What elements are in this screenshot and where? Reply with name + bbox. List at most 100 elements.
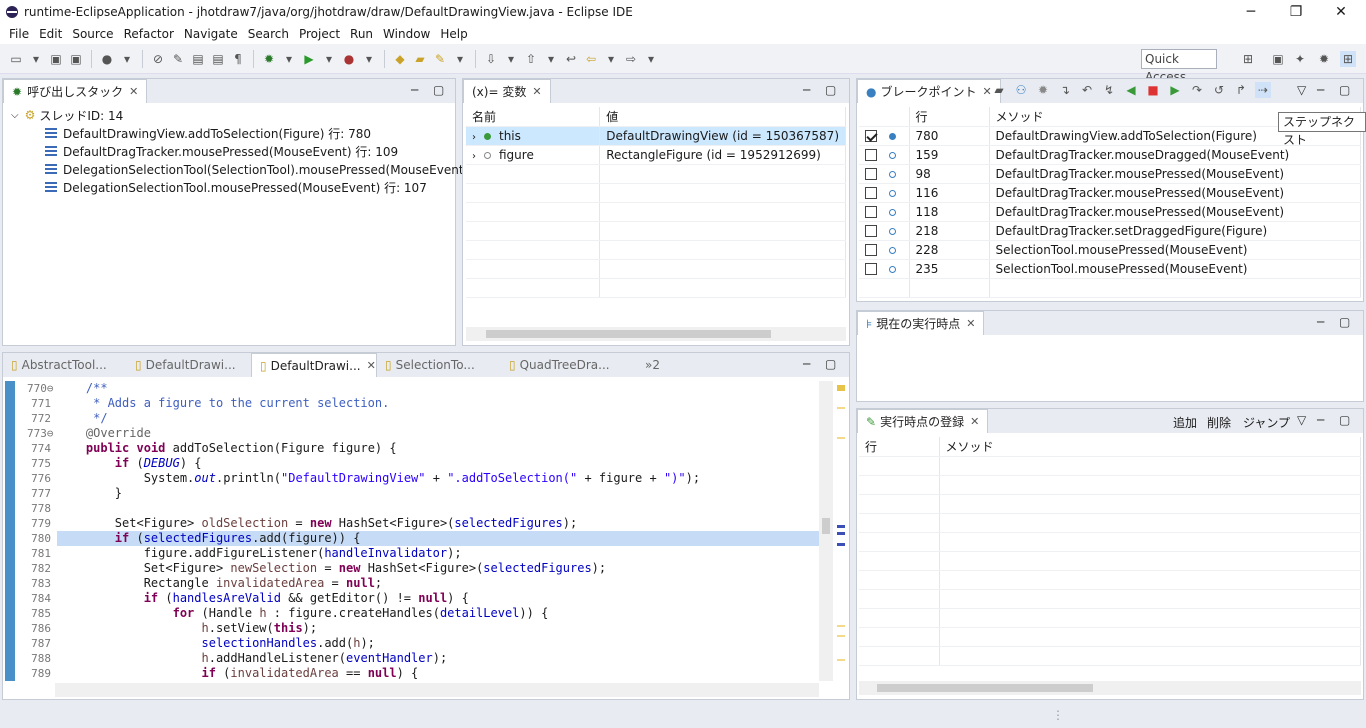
menu-navigate[interactable]: Navigate — [184, 27, 238, 41]
link-icon[interactable]: ⚇ — [1013, 82, 1029, 98]
stack-frame[interactable]: DefaultDragTracker.mousePressed(MouseEve… — [45, 142, 398, 160]
enable-checkbox[interactable] — [865, 187, 877, 199]
tab-breakpoints[interactable]: ● ブレークポイント ✕ — [857, 79, 1001, 103]
last-edit-icon[interactable]: ↩ — [563, 51, 579, 67]
enable-checkbox[interactable] — [865, 149, 877, 161]
thread-node[interactable]: ⌵ ⚙ スレッドID: 14 — [11, 106, 123, 124]
menu-edit[interactable]: Edit — [39, 27, 62, 41]
editor-tab[interactable]: ▯ AbstractTool... — [3, 353, 127, 377]
menu-search[interactable]: Search — [248, 27, 289, 41]
jump-button[interactable]: ジャンプ — [1243, 414, 1290, 431]
maximize-icon[interactable]: ▢ — [1339, 315, 1350, 329]
minimize-icon[interactable]: ─ — [803, 83, 810, 97]
dropdown-icon[interactable]: ▾ — [28, 51, 44, 67]
stack-frame[interactable]: DelegationSelectionTool.mousePressed(Mou… — [45, 178, 427, 196]
dropdown-icon[interactable]: ▾ — [119, 51, 135, 67]
expand-chevron-icon[interactable]: › — [472, 151, 476, 162]
back-icon[interactable]: ⇦ — [583, 51, 599, 67]
add-button[interactable]: 追加 — [1173, 414, 1197, 431]
external-tools-icon[interactable]: ● — [341, 51, 357, 67]
menu-file[interactable]: File — [9, 27, 29, 41]
minimize-icon[interactable]: ─ — [1317, 315, 1324, 329]
enable-checkbox[interactable] — [865, 263, 877, 275]
close-icon[interactable]: ✕ — [532, 85, 541, 98]
dropdown-icon[interactable]: ▾ — [603, 51, 619, 67]
step-back-icon[interactable]: ↯ — [1101, 82, 1117, 98]
editor-tab[interactable]: ▯ SelectionTo... — [377, 353, 501, 377]
resource-perspective-icon[interactable]: ▣ — [1270, 51, 1286, 67]
copy-icon[interactable]: ▤ — [210, 51, 226, 67]
editor-tab[interactable]: ▯ QuadTreeDra... — [501, 353, 637, 377]
step-into-icon[interactable]: ↴ — [1057, 82, 1073, 98]
new-icon[interactable]: ▭ — [8, 51, 24, 67]
table-row[interactable]: 235 SelectionTool.mousePressed(MouseEvent… — [859, 259, 1361, 279]
menu-project[interactable]: Project — [299, 27, 340, 41]
toggle-icon[interactable]: ▤ — [190, 51, 206, 67]
column-header[interactable]: 行 — [909, 107, 990, 127]
minimize-button[interactable]: ─ — [1228, 0, 1274, 24]
tab-current-exec[interactable]: ⊧ 現在の実行時点 ✕ — [857, 311, 985, 335]
maximize-icon[interactable]: ▢ — [825, 357, 836, 371]
close-icon[interactable]: ✕ — [970, 415, 979, 428]
maximize-icon[interactable]: ▢ — [825, 83, 836, 97]
open-icon[interactable]: ▰ — [991, 82, 1007, 98]
pin-icon[interactable]: ✎ — [170, 51, 186, 67]
menu-window[interactable]: Window — [383, 27, 430, 41]
restore-button[interactable]: ❐ — [1273, 0, 1319, 24]
save-all-icon[interactable]: ▣ — [68, 51, 84, 67]
resume-icon[interactable]: ▶ — [1167, 82, 1183, 98]
para-icon[interactable]: ¶ — [230, 51, 246, 67]
editor-tab[interactable]: ▯ DefaultDrawi... — [127, 353, 251, 377]
step-return-icon[interactable]: ↶ — [1079, 82, 1095, 98]
close-button[interactable]: ✕ — [1318, 0, 1364, 24]
tab-overflow[interactable]: »2 — [637, 353, 668, 377]
code-area[interactable]: 770⊖ 771 772 773⊖ 774 775 776 777 778 77… — [5, 381, 821, 681]
skip-breakpoints-icon[interactable]: ⊘ — [150, 51, 166, 67]
menu-run[interactable]: Run — [350, 27, 373, 41]
forward-icon[interactable]: ⇨ — [623, 51, 639, 67]
tab-callstack[interactable]: ✹ 呼び出しスタック ✕ — [3, 79, 148, 103]
step-over-icon[interactable]: ↷ — [1189, 82, 1205, 98]
tab-exec-register[interactable]: ✎ 実行時点の登録 ✕ — [857, 409, 989, 433]
maximize-icon[interactable]: ▢ — [433, 83, 444, 97]
view-menu-icon[interactable]: ▽ — [1297, 413, 1306, 427]
enable-checkbox[interactable] — [865, 206, 877, 218]
user-icon[interactable]: ● — [99, 51, 115, 67]
close-icon[interactable]: ✕ — [129, 85, 138, 98]
stack-frame[interactable]: DelegationSelectionTool(SelectionTool).m… — [45, 160, 500, 178]
use-step-filters-icon[interactable]: ↱ — [1233, 82, 1249, 98]
dropdown-icon[interactable]: ▾ — [643, 51, 659, 67]
open-perspective-icon[interactable]: ⊞ — [1240, 51, 1256, 67]
debug-perspective-icon[interactable]: ✹ — [1316, 51, 1332, 67]
expand-chevron-icon[interactable]: › — [472, 132, 476, 143]
step-next-icon[interactable]: ⇢ — [1255, 82, 1271, 98]
horizontal-scrollbar[interactable] — [55, 683, 819, 697]
terminate-icon[interactable]: ■ — [1145, 82, 1161, 98]
dropdown-icon[interactable]: ▾ — [503, 51, 519, 67]
table-row[interactable]: 116 DefaultDragTracker.mousePressed(Mouse… — [859, 183, 1361, 203]
minimize-icon[interactable]: ─ — [1317, 413, 1324, 427]
enable-checkbox[interactable] — [865, 168, 877, 180]
save-icon[interactable]: ▣ — [48, 51, 64, 67]
java-perspective-icon[interactable]: ✦ — [1292, 51, 1308, 67]
minimize-icon[interactable]: ─ — [803, 357, 810, 371]
delete-button[interactable]: 削除 — [1207, 414, 1231, 431]
prev-annotation-icon[interactable]: ⇧ — [523, 51, 539, 67]
open-folder-icon[interactable]: ▰ — [412, 51, 428, 67]
step-icon[interactable]: ✹ — [1035, 82, 1051, 98]
dropdown-icon[interactable]: ▾ — [543, 51, 559, 67]
stack-frame[interactable]: DefaultDrawingView.addToSelection(Figure… — [45, 124, 371, 142]
expand-chevron-icon[interactable]: ⌵ — [11, 110, 19, 121]
maximize-icon[interactable]: ▢ — [1339, 413, 1350, 427]
editor-tab-active[interactable]: ▯ DefaultDrawi... ✕ — [251, 353, 377, 377]
dropdown-icon[interactable]: ▾ — [361, 51, 377, 67]
enable-checkbox[interactable] — [865, 130, 877, 142]
dropdown-icon[interactable]: ▾ — [452, 51, 468, 67]
enable-checkbox[interactable] — [865, 244, 877, 256]
minimize-icon[interactable]: ─ — [1317, 83, 1324, 97]
column-header[interactable]: 名前 — [466, 107, 601, 127]
horizontal-scrollbar[interactable] — [466, 327, 846, 341]
enable-checkbox[interactable] — [865, 225, 877, 237]
maximize-icon[interactable]: ▢ — [1339, 83, 1350, 97]
table-row[interactable]: › this DefaultDrawingView (id = 150367587… — [466, 126, 846, 146]
